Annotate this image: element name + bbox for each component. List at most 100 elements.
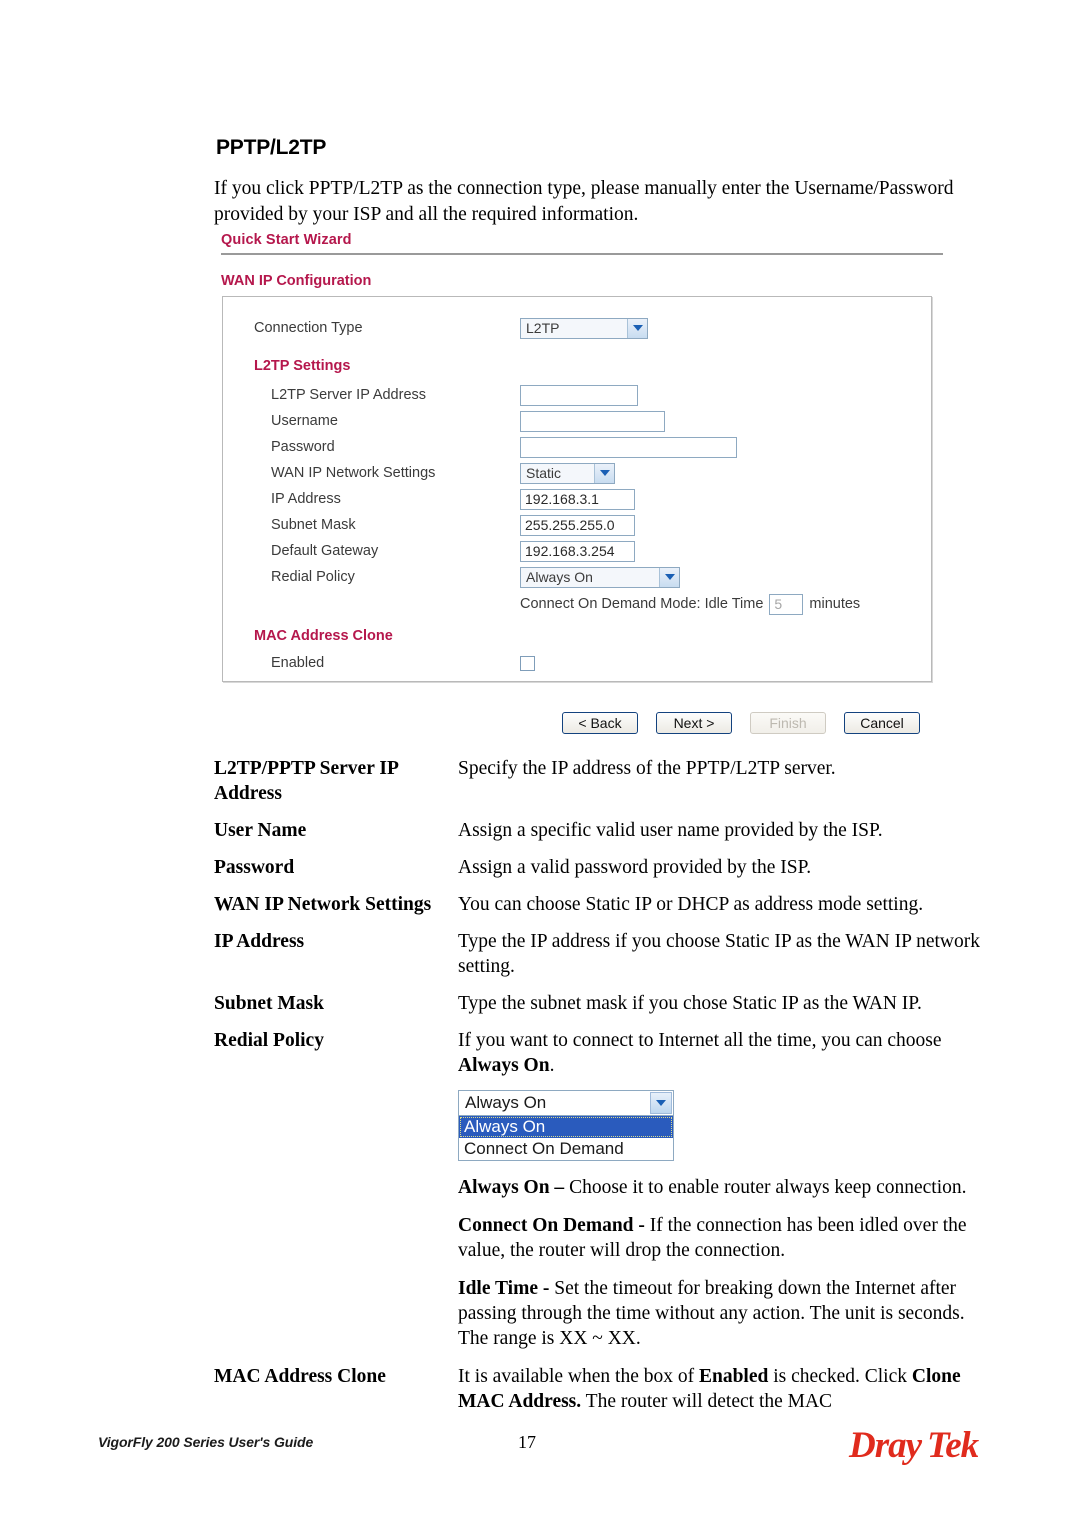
ip-address-label: IP Address [271, 491, 341, 507]
row-mac-clone-heading: MAC Address Clone [223, 623, 931, 649]
connection-type-value: L2TP [526, 319, 560, 336]
ip-address-input[interactable]: 192.168.3.1 [520, 488, 635, 510]
cancel-button[interactable]: Cancel [844, 712, 920, 734]
mac-enabled-checkbox[interactable] [520, 655, 535, 671]
row-idle-time: Connect On Demand Mode: Idle Time 5 minu… [223, 591, 931, 617]
definition-term: Redial Policy [214, 1030, 324, 1051]
panel-title: WAN IP Configuration [221, 273, 372, 289]
definition-description: If you want to connect to Internet all t… [458, 1028, 984, 1078]
definition-description: You can choose Static IP or DHCP as addr… [458, 894, 924, 915]
idle-time-label: Connect On Demand Mode: Idle Time [520, 596, 764, 612]
inset-option-always-on[interactable]: Always On [459, 1116, 673, 1138]
chevron-down-icon [627, 318, 647, 338]
footer-page-number: 17 [518, 1432, 536, 1452]
row-wan-mode: WAN IP Network Settings Static [223, 460, 931, 486]
definition-row: Redial Policy If you want to connect to … [214, 1028, 984, 1078]
inset-selected-value: Always On [465, 1093, 547, 1112]
inset-select[interactable]: Always On Always On Connect On Demand [458, 1090, 674, 1161]
definition-term: L2TP/PPTP Server IP Address [214, 758, 398, 804]
logo-primary: Dray [849, 1425, 922, 1466]
server-ip-control [520, 384, 638, 406]
ip-address-control: 192.168.3.1 [520, 488, 635, 510]
server-ip-label: L2TP Server IP Address [271, 387, 427, 403]
row-username: Username [223, 408, 931, 434]
default-gateway-label: Default Gateway [271, 543, 379, 559]
wan-ip-configuration-panel: Connection Type L2TP L2TP Settings L2TP … [222, 296, 932, 682]
row-redial-policy: Redial Policy Always On [223, 564, 931, 590]
explanation-bold: Always On – [458, 1177, 565, 1198]
definition-row: Password Assign a valid password provide… [214, 855, 984, 880]
logo-secondary: Tek [927, 1425, 979, 1466]
row-default-gateway: Default Gateway 192.168.3.254 [223, 538, 931, 564]
inset-select-box[interactable]: Always On [458, 1090, 674, 1116]
redial-explanation: Always On – Choose it to enable router a… [458, 1175, 978, 1200]
definition-description: Type the IP address if you choose Static… [458, 931, 980, 977]
field-descriptions: L2TP/PPTP Server IP Address Specify the … [214, 756, 984, 1426]
explanation-text: Choose it to enable router always keep c… [564, 1177, 967, 1198]
definition-description: It is available when the box of Enabled … [458, 1364, 984, 1414]
desc-text: If you want to connect to Internet all t… [458, 1030, 942, 1051]
connection-type-control: L2TP [520, 317, 648, 339]
username-control [520, 410, 665, 432]
desc-text: is checked. Click [768, 1366, 912, 1387]
draytek-logo: Dray Tek [849, 1424, 979, 1467]
mac-enabled-control [520, 655, 535, 671]
page-title: PPTP/L2TP [216, 136, 327, 159]
router-ui-screenshot: Quick Start Wizard WAN IP Configuration … [214, 232, 944, 682]
row-l2tp-settings-heading: L2TP Settings [223, 353, 931, 379]
definition-row: WAN IP Network Settings You can choose S… [214, 892, 984, 917]
back-button[interactable]: < Back [562, 712, 638, 734]
username-input[interactable] [520, 410, 665, 432]
inset-option-list: Always On Connect On Demand [458, 1116, 674, 1161]
idle-time-unit: minutes [809, 596, 861, 612]
subnet-mask-input[interactable]: 255.255.255.0 [520, 514, 635, 536]
wizard-nav-buttons: < Back Next > Finish Cancel [562, 712, 920, 734]
mac-address-clone-heading: MAC Address Clone [254, 628, 393, 644]
password-label: Password [271, 439, 335, 455]
definition-term: MAC Address Clone [214, 1366, 386, 1387]
server-ip-input[interactable] [520, 384, 638, 406]
next-button[interactable]: Next > [656, 712, 732, 734]
connection-type-select[interactable]: L2TP [520, 317, 648, 339]
definition-row: MAC Address Clone It is available when t… [214, 1364, 984, 1414]
wan-mode-control: Static [520, 462, 615, 484]
inset-option-connect-on-demand[interactable]: Connect On Demand [459, 1138, 673, 1160]
chevron-down-icon [594, 463, 614, 483]
subnet-mask-control: 255.255.255.0 [520, 514, 635, 536]
idle-time-control: Connect On Demand Mode: Idle Time 5 minu… [520, 593, 861, 615]
desc-text: It is available when the box of [458, 1366, 699, 1387]
definition-description: Assign a specific valid user name provid… [458, 820, 883, 841]
password-control [520, 436, 737, 458]
definition-description: Specify the IP address of the PPTP/L2TP … [458, 758, 836, 779]
subnet-mask-label: Subnet Mask [271, 517, 356, 533]
username-label: Username [271, 413, 338, 429]
row-subnet-mask: Subnet Mask 255.255.255.0 [223, 512, 931, 538]
finish-button[interactable]: Finish [750, 712, 826, 734]
l2tp-settings-heading: L2TP Settings [254, 358, 351, 374]
idle-time-input[interactable]: 5 [769, 593, 804, 615]
footer-guide-name: VigorFly 200 Series User's Guide [98, 1434, 314, 1450]
definition-row: L2TP/PPTP Server IP Address Specify the … [214, 756, 984, 806]
redial-explanation: Idle Time - Set the timeout for breaking… [458, 1276, 978, 1351]
definition-row: User Name Assign a specific valid user n… [214, 818, 984, 843]
definition-term: User Name [214, 820, 307, 841]
definition-term: WAN IP Network Settings [214, 894, 432, 915]
document-page: PPTP/L2TP If you click PPTP/L2TP as the … [0, 0, 1080, 1528]
desc-bold: Always On [458, 1055, 550, 1076]
default-gateway-input[interactable]: 192.168.3.254 [520, 540, 635, 562]
row-mac-enabled: Enabled [223, 650, 931, 676]
wan-mode-select[interactable]: Static [520, 462, 615, 484]
row-server-ip: L2TP Server IP Address [223, 382, 931, 408]
redial-policy-select[interactable]: Always On [520, 566, 680, 588]
chevron-down-icon [650, 1092, 672, 1114]
default-gateway-control: 192.168.3.254 [520, 540, 635, 562]
password-input[interactable] [520, 436, 737, 458]
definition-term: Password [214, 857, 295, 878]
connection-type-label: Connection Type [254, 320, 363, 336]
redial-policy-value: Always On [526, 568, 593, 585]
desc-text: The router will detect the MAC [581, 1391, 833, 1412]
definition-term: IP Address [214, 931, 305, 952]
wan-mode-label: WAN IP Network Settings [271, 465, 436, 481]
definition-row: IP Address Type the IP address if you ch… [214, 929, 984, 979]
redial-policy-label: Redial Policy [271, 569, 355, 585]
